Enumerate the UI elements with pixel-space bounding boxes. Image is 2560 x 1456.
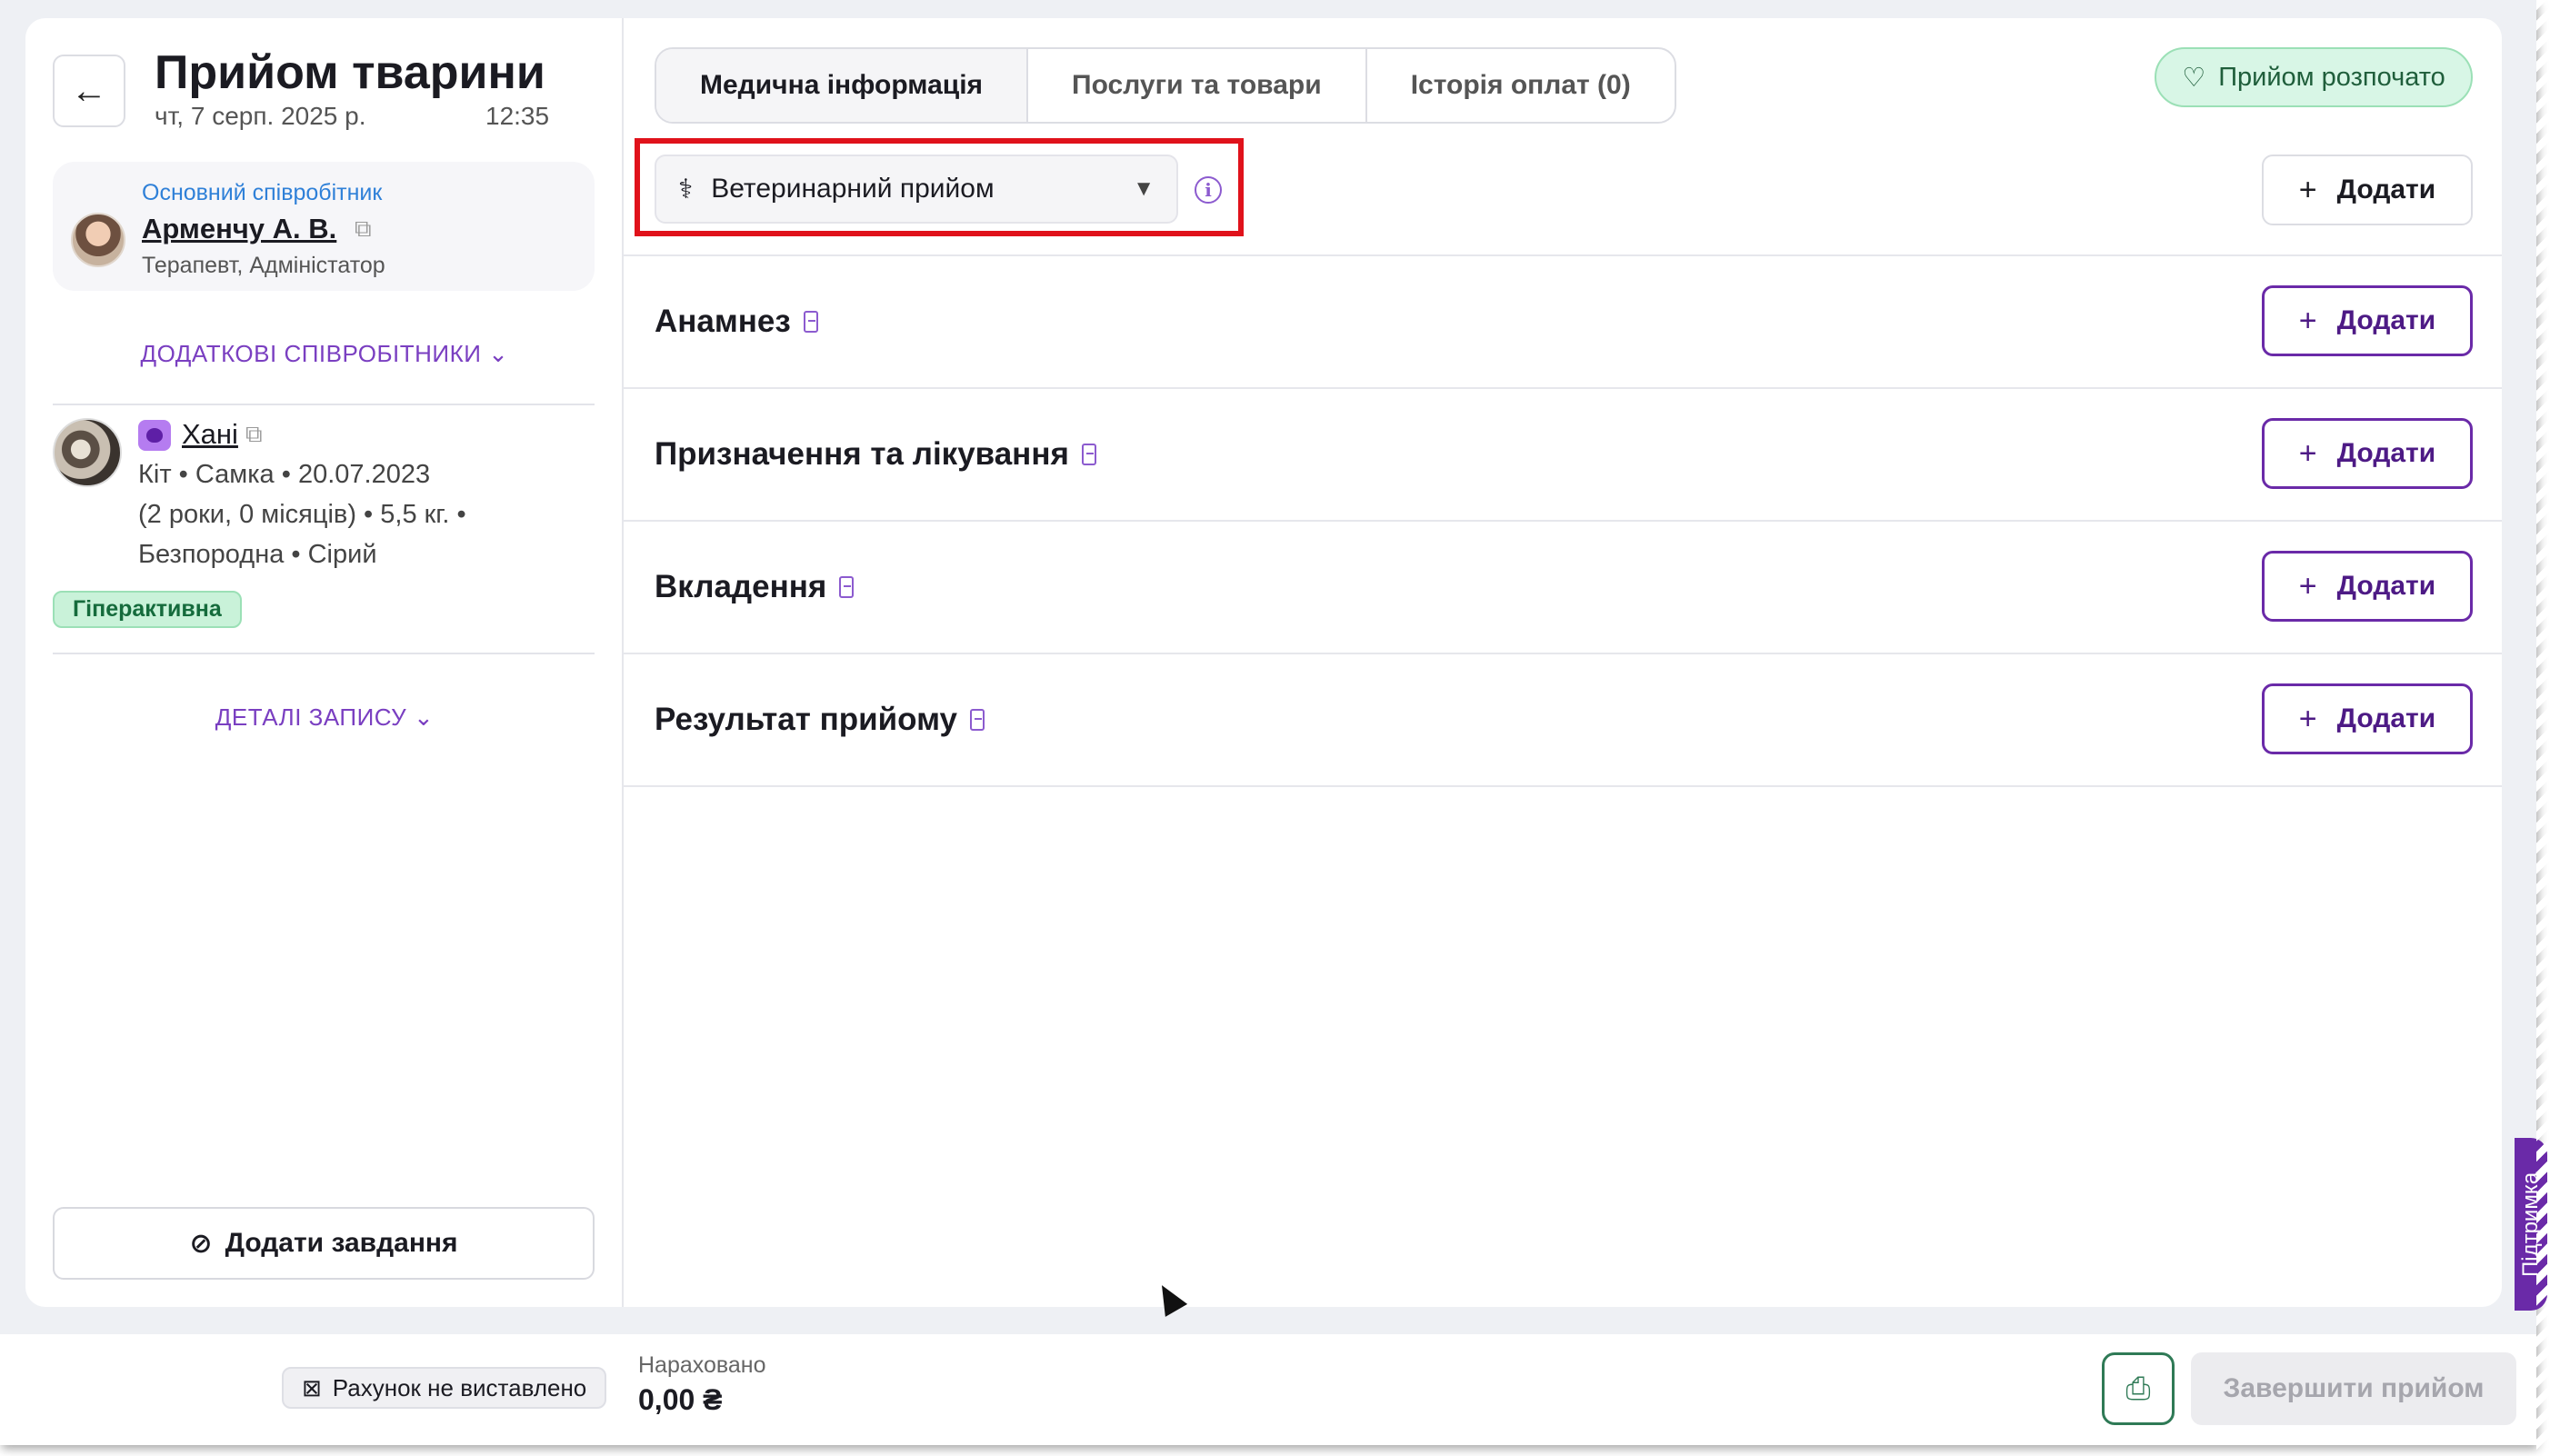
- plus-icon: +: [2298, 701, 2317, 736]
- accrued-label: Нараховано: [638, 1352, 766, 1378]
- employee-avatar: [71, 213, 125, 267]
- stethoscope-icon: ⚕: [678, 174, 694, 204]
- left-panel: ← Прийом тварини чт, 7 серп. 2025 р. 12:…: [25, 18, 624, 1307]
- external-link-icon[interactable]: ⧉: [355, 214, 372, 244]
- main-employee-card: Основний співробітник Арменчу А. В. ⧉ Те…: [53, 162, 595, 291]
- finish-visit-button[interactable]: Завершити прийом: [2191, 1352, 2516, 1425]
- page-title: Прийом тварини: [155, 46, 545, 99]
- add-visit-result-button[interactable]: + Додати: [2262, 683, 2473, 754]
- section-anamnesis: Анамнез: [624, 254, 2502, 387]
- pet-info-line: (2 роки, 0 місяців) • 5,5 кг. •: [138, 500, 466, 529]
- print-button[interactable]: ⎙: [2102, 1352, 2175, 1425]
- employee-role-label: Основний співробітник: [142, 180, 383, 205]
- pet-trait-badge: Гіперактивна: [53, 591, 242, 628]
- divider: [53, 653, 595, 654]
- employee-name-link[interactable]: Арменчу А. В.: [142, 213, 336, 245]
- section-visit-result: Результат прийому: [624, 653, 2502, 785]
- template-doc-icon[interactable]: [1081, 444, 1096, 465]
- tabs: Медична інформація Послуги та товари Іст…: [655, 47, 1676, 124]
- visit-type-select[interactable]: ⚕ Ветеринарний прийом ▼: [655, 155, 1178, 224]
- pet-info-line: Кіт • Самка • 20.07.2023: [138, 460, 431, 489]
- plus-icon: +: [2298, 172, 2317, 207]
- add-anamnesis-button[interactable]: + Додати: [2262, 285, 2473, 356]
- add-attachments-button[interactable]: + Додати: [2262, 551, 2473, 622]
- section-title: Результат прийому: [655, 702, 985, 738]
- pet-species-tag-icon: [138, 420, 171, 451]
- pet-name-link[interactable]: Хані: [182, 418, 238, 451]
- template-doc-icon[interactable]: [839, 576, 855, 598]
- visit-time: 12:35: [485, 102, 550, 130]
- visit-date: чт, 7 серп. 2025 р.: [155, 102, 366, 130]
- pet-avatar: [53, 418, 122, 487]
- plus-icon: +: [2298, 303, 2317, 338]
- printer-icon: ⎙: [2125, 1371, 2151, 1406]
- record-details-toggle[interactable]: ДЕТАЛІ ЗАПИСУ ⌄: [25, 703, 624, 732]
- footer-bar: ⊠ Рахунок не виставлено Нараховано 0,00 …: [0, 1334, 2536, 1445]
- additional-staff-toggle[interactable]: ДОДАТКОВІ СПІВРОБІТНИКИ ⌄: [25, 340, 624, 368]
- section-attachments: Вкладення: [624, 520, 2502, 653]
- section-title: Вкладення: [655, 569, 855, 605]
- divider: [53, 404, 595, 405]
- chevron-down-icon: ⌄: [488, 340, 509, 367]
- pet-info-line: Безпородна • Сірий: [138, 540, 377, 569]
- heartbeat-icon: ♡: [2182, 63, 2206, 93]
- template-doc-icon[interactable]: [803, 311, 818, 333]
- section-prescriptions: Призначення та лікування: [624, 387, 2502, 520]
- section-title: Призначення та лікування: [655, 436, 1096, 473]
- external-link-icon[interactable]: ⧉: [245, 420, 263, 449]
- arrow-left-icon: ←: [71, 70, 107, 111]
- template-doc-icon[interactable]: [969, 709, 985, 731]
- visit-card: ← Прийом тварини чт, 7 серп. 2025 р. 12:…: [25, 18, 2502, 1307]
- accrued-value: 0,00 ₴: [638, 1383, 723, 1416]
- invoice-status-chip: ⊠ Рахунок не виставлено: [282, 1367, 607, 1409]
- torn-edge-decoration: [2536, 0, 2560, 1456]
- plus-icon: +: [2298, 435, 2317, 471]
- divider: [624, 785, 2502, 787]
- tab-medical-info[interactable]: Медична інформація: [656, 49, 1027, 122]
- plus-icon: +: [2298, 568, 2317, 603]
- add-task-button[interactable]: ⊘ Додати завдання: [53, 1207, 595, 1280]
- section-title: Анамнез: [655, 304, 818, 340]
- no-invoice-icon: ⊠: [302, 1373, 322, 1401]
- task-check-icon: ⊘: [189, 1228, 213, 1259]
- tab-services-goods[interactable]: Послуги та товари: [1026, 49, 1365, 122]
- add-visit-type-button[interactable]: + Додати: [2262, 155, 2473, 225]
- info-icon[interactable]: i: [1195, 176, 1222, 204]
- employee-position: Терапевт, Адміністатор: [142, 253, 385, 278]
- chevron-down-icon: ⌄: [413, 703, 435, 731]
- caret-down-icon: ▼: [1133, 176, 1155, 201]
- tab-payment-history[interactable]: Історія оплат (0): [1365, 49, 1675, 122]
- add-prescriptions-button[interactable]: + Додати: [2262, 418, 2473, 489]
- visit-status-badge: ♡ Прийом розпочато: [2155, 47, 2473, 107]
- back-button[interactable]: ←: [53, 55, 125, 127]
